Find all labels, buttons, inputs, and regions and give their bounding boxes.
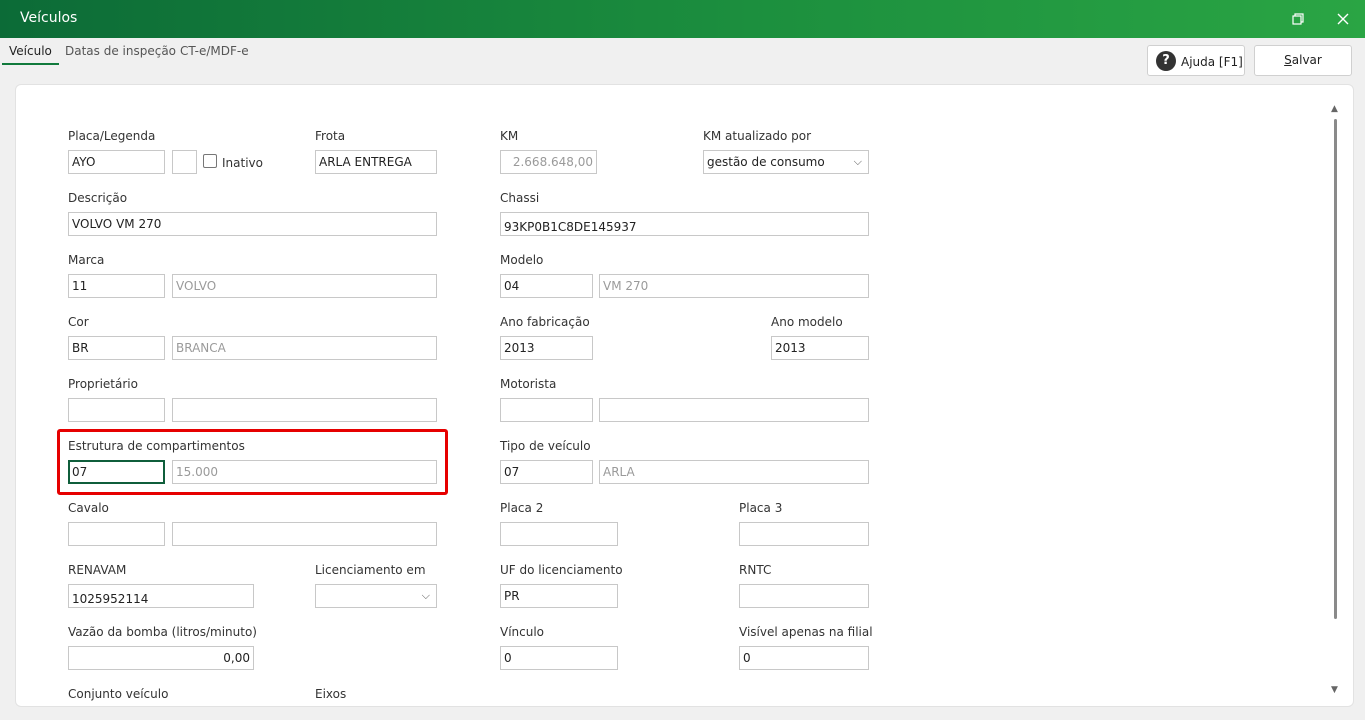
descricao-label: Descrição bbox=[68, 191, 128, 205]
modelo-label: Modelo bbox=[500, 253, 544, 267]
tipo-veiculo-name-input: ARLA bbox=[599, 460, 869, 484]
ano-fabricacao-label: Ano fabricação bbox=[500, 315, 590, 329]
tab-veiculo[interactable]: Veículo bbox=[2, 44, 59, 65]
marca-code-input[interactable]: 11 bbox=[68, 274, 165, 298]
placa-input[interactable]: AYO bbox=[68, 150, 165, 174]
motorista-label: Motorista bbox=[500, 377, 557, 391]
modelo-name-input: VM 270 bbox=[599, 274, 869, 298]
chassi-label: Chassi bbox=[500, 191, 540, 205]
renavam-input[interactable]: 1025952114 bbox=[68, 584, 254, 608]
licenciamento-label: Licenciamento em bbox=[315, 563, 426, 577]
visivel-filial-input[interactable]: 0 bbox=[739, 646, 869, 670]
chevron-down-icon: ⌵ bbox=[421, 589, 430, 602]
proprietario-name-input[interactable] bbox=[172, 398, 437, 422]
estrutura-label: Estrutura de compartimentos bbox=[68, 439, 245, 453]
estrutura-code-input[interactable]: 07 bbox=[68, 460, 165, 484]
frota-label: Frota bbox=[315, 129, 346, 143]
chevron-down-icon: ⌵ bbox=[853, 155, 862, 168]
descricao-input[interactable]: VOLVO VM 270 bbox=[68, 212, 437, 236]
motorista-code-input[interactable] bbox=[500, 398, 593, 422]
scroll-up-icon[interactable]: ▲ bbox=[1331, 104, 1338, 114]
rntc-input[interactable] bbox=[739, 584, 869, 608]
cavalo-name-input[interactable] bbox=[172, 522, 437, 546]
tab-datas-inspecao[interactable]: Datas de inspeção bbox=[65, 44, 176, 63]
window-title: Veículos bbox=[20, 10, 78, 26]
proprietario-label: Proprietário bbox=[68, 377, 138, 391]
tab-cte-mdfe[interactable]: CT-e/MDF-e bbox=[180, 44, 249, 63]
help-button-label: Ajuda [F1] bbox=[1181, 55, 1243, 69]
ano-fabricacao-input[interactable]: 2013 bbox=[500, 336, 593, 360]
vinculo-label: Vínculo bbox=[500, 625, 545, 639]
frota-input[interactable]: ARLA ENTREGA bbox=[315, 150, 437, 174]
help-icon: ? bbox=[1156, 51, 1176, 71]
chassi-input[interactable]: 93KP0B1C8DE145937 bbox=[500, 212, 869, 236]
close-icon[interactable] bbox=[1333, 9, 1353, 29]
estrutura-name-input: 15.000 bbox=[172, 460, 437, 484]
vazao-input[interactable]: 0,00 bbox=[68, 646, 254, 670]
help-button[interactable]: ? Ajuda [F1] bbox=[1147, 45, 1245, 76]
licenciamento-select[interactable]: ⌵ bbox=[315, 584, 437, 608]
scroll-down-icon[interactable]: ▼ bbox=[1331, 685, 1338, 695]
cavalo-code-input[interactable] bbox=[68, 522, 165, 546]
eixos-label: Eixos bbox=[315, 687, 347, 701]
vazao-label: Vazão da bomba (litros/minuto) bbox=[68, 625, 257, 639]
placa2-label: Placa 2 bbox=[500, 501, 544, 515]
scrollbar-thumb[interactable] bbox=[1334, 119, 1337, 619]
ano-modelo-label: Ano modelo bbox=[771, 315, 843, 329]
placa2-input[interactable] bbox=[500, 522, 618, 546]
km-atualizado-select[interactable]: gestão de consumo ⌵ bbox=[703, 150, 869, 174]
vehicle-form-panel: ▲ ▼ Placa/Legenda AYO Inativo Frota ARLA… bbox=[15, 84, 1354, 707]
cavalo-label: Cavalo bbox=[68, 501, 109, 515]
save-button-label: Salvar bbox=[1284, 53, 1322, 67]
cor-code-input[interactable]: BR bbox=[68, 336, 165, 360]
placa3-input[interactable] bbox=[739, 522, 869, 546]
km-input[interactable]: 2.668.648,00 bbox=[500, 150, 597, 174]
placa3-label: Placa 3 bbox=[739, 501, 783, 515]
km-label: KM bbox=[500, 129, 519, 143]
save-button[interactable]: Salvar bbox=[1254, 45, 1352, 76]
visivel-filial-label: Visível apenas na filial bbox=[739, 625, 873, 639]
motorista-name-input[interactable] bbox=[599, 398, 869, 422]
marca-label: Marca bbox=[68, 253, 105, 267]
cor-name-input: BRANCA bbox=[172, 336, 437, 360]
restore-icon[interactable] bbox=[1288, 9, 1308, 29]
rntc-label: RNTC bbox=[739, 563, 772, 577]
title-bar: Veículos bbox=[0, 0, 1365, 38]
modelo-code-input[interactable]: 04 bbox=[500, 274, 593, 298]
uf-licenciamento-input[interactable]: PR bbox=[500, 584, 618, 608]
placa-label: Placa/Legenda bbox=[68, 129, 156, 143]
inativo-label: Inativo bbox=[222, 156, 263, 170]
uf-licenciamento-label: UF do licenciamento bbox=[500, 563, 623, 577]
tipo-veiculo-code-input[interactable]: 07 bbox=[500, 460, 593, 484]
tipo-veiculo-label: Tipo de veículo bbox=[500, 439, 591, 453]
ano-modelo-input[interactable]: 2013 bbox=[771, 336, 869, 360]
marca-name-input: VOLVO bbox=[172, 274, 437, 298]
placa-extra-input[interactable] bbox=[172, 150, 197, 174]
km-atualizado-value: gestão de consumo bbox=[707, 155, 825, 169]
inativo-checkbox[interactable] bbox=[203, 154, 217, 168]
cor-label: Cor bbox=[68, 315, 89, 329]
proprietario-code-input[interactable] bbox=[68, 398, 165, 422]
km-atualizado-label: KM atualizado por bbox=[703, 129, 812, 143]
vinculo-input[interactable]: 0 bbox=[500, 646, 618, 670]
conjunto-veiculo-label: Conjunto veículo bbox=[68, 687, 169, 701]
renavam-label: RENAVAM bbox=[68, 563, 127, 577]
